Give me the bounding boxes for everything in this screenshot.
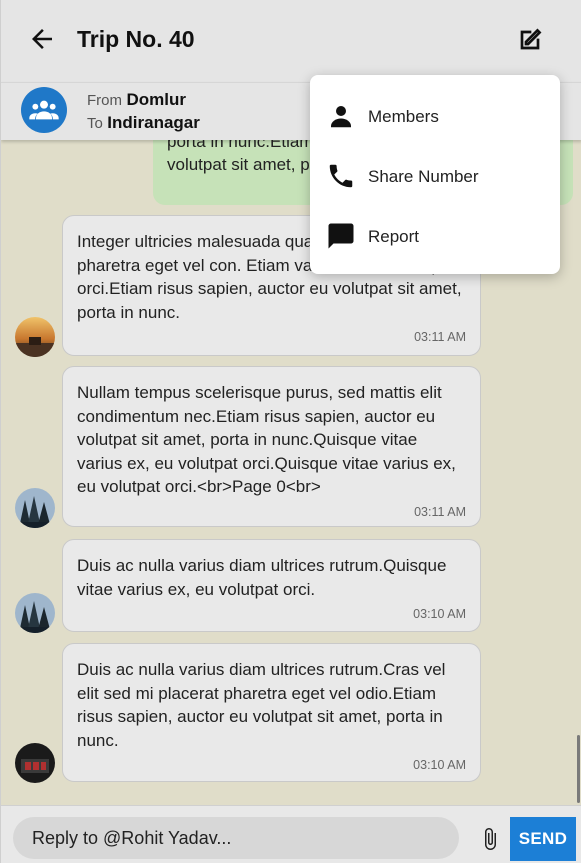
forest-avatar[interactable] <box>15 593 55 633</box>
message-text: Nullam tempus scelerisque purus, sed mat… <box>77 383 456 496</box>
page-title: Trip No. 40 <box>77 26 195 52</box>
message-bubble: Duis ac nulla varius diam ultrices rutru… <box>62 643 481 782</box>
phone-icon <box>329 164 353 188</box>
message-item: Nullam tempus scelerisque purus, sed mat… <box>15 366 485 528</box>
paperclip-icon <box>485 828 496 850</box>
message-text: Duis ac nulla varius diam ultrices rutru… <box>77 660 446 750</box>
back-button[interactable] <box>27 24 57 54</box>
message-time: 03:10 AM <box>413 758 466 772</box>
to-label: To <box>87 115 103 132</box>
report-icon <box>328 223 354 249</box>
message-time: 03:11 AM <box>414 504 466 519</box>
reply-input[interactable] <box>13 817 459 859</box>
from-label: From <box>87 92 122 109</box>
message-bubble: Nullam tempus scelerisque purus, sed mat… <box>62 366 481 527</box>
message-text: Duis ac nulla varius diam ultrices rutru… <box>77 556 447 599</box>
forest-avatar[interactable] <box>15 488 55 528</box>
app-header: Trip No. 40 <box>1 0 581 82</box>
attach-button[interactable] <box>478 823 502 855</box>
options-menu: Members Share Number Report <box>310 75 560 274</box>
menu-item-label: Share Number <box>368 167 479 186</box>
trip-route: From Domlur To Indiranagar <box>87 89 200 135</box>
message-time: 03:11 AM <box>414 330 466 344</box>
menu-item-label: Report <box>368 227 420 246</box>
menu-item-members[interactable]: Members <box>310 87 560 147</box>
edit-icon <box>520 28 542 50</box>
from-place: Domlur <box>126 90 186 109</box>
sunset-avatar[interactable] <box>15 317 55 357</box>
message-item: Duis ac nulla varius diam ultrices rutru… <box>15 643 485 783</box>
message-item: Duis ac nulla varius diam ultrices rutru… <box>15 539 485 633</box>
edit-button[interactable] <box>514 24 546 56</box>
group-icon <box>29 100 59 120</box>
chat-screen: porta in nunc.Etiam volutpat sit amet, p… <box>0 0 581 863</box>
arrow-left-icon <box>32 29 52 49</box>
composer-bar: SEND <box>1 805 581 863</box>
to-place: Indiranagar <box>107 113 200 132</box>
menu-item-label: Members <box>368 107 439 126</box>
menu-item-share-number[interactable]: Share Number <box>310 147 560 207</box>
group-avatar[interactable] <box>21 87 67 133</box>
menu-item-report[interactable]: Report <box>310 207 560 267</box>
message-time: 03:10 AM <box>413 607 466 621</box>
scrollbar[interactable] <box>577 735 580 803</box>
send-button[interactable]: SEND <box>510 817 576 861</box>
sent-message-text-line2: volutpat sit amet, p <box>167 155 310 174</box>
message-bubble: Duis ac nulla varius diam ultrices rutru… <box>62 539 481 632</box>
dark-avatar[interactable] <box>15 743 55 783</box>
person-icon <box>331 106 351 128</box>
